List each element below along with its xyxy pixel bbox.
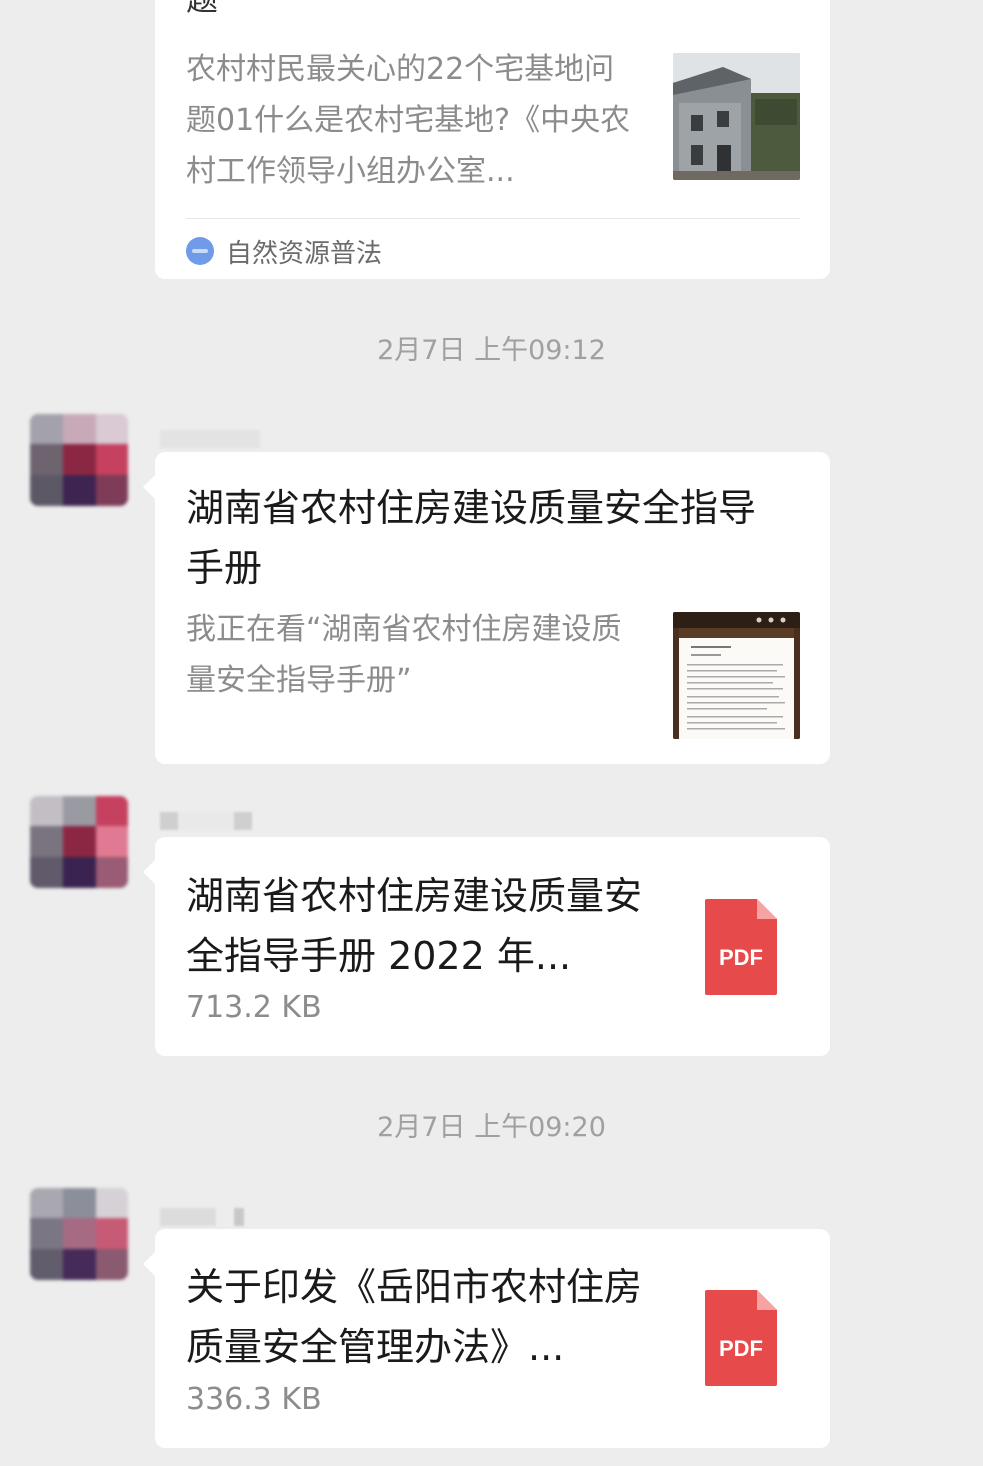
pdf-file-icon: PDF — [705, 1290, 777, 1386]
file-title: 关于印发《岳阳市农村住房质量安全管理办法》... — [186, 1265, 643, 1369]
svg-text:PDF: PDF — [719, 1336, 763, 1361]
card-divider — [186, 218, 800, 219]
svg-text:PDF: PDF — [719, 945, 763, 970]
avatar[interactable] — [30, 796, 128, 888]
sender-name — [160, 812, 256, 830]
sender-name — [160, 1208, 250, 1226]
article-description: 我正在看“湖南省农村住房建设质量安全指导手册” — [186, 612, 622, 698]
pdf-file-icon: PDF — [705, 899, 777, 995]
file-title: 湖南省农村住房建设质量安全指导手册 2022 年... — [186, 874, 643, 978]
bubble-tail — [143, 860, 155, 884]
bubble-tail — [143, 1252, 155, 1276]
article-source[interactable]: 自然资源普法 — [186, 236, 382, 269]
rural-house-thumbnail — [673, 53, 800, 180]
article-description: 农村村民最关心的22个宅基地问题01什么是农村宅基地?《中央农村工作领导小组办公… — [186, 52, 631, 189]
file-size: 336.3 KB — [186, 1382, 322, 1417]
file-size: 713.2 KB — [186, 990, 322, 1025]
avatar[interactable] — [30, 1188, 128, 1280]
sender-name — [160, 430, 260, 448]
chat-timestamp: 2月7日 上午09:12 — [377, 335, 606, 366]
bubble-tail — [143, 475, 155, 499]
article-title-fragment: 题 — [186, 0, 226, 24]
source-name: 自然资源普法 — [226, 238, 383, 269]
chat-timestamp: 2月7日 上午09:20 — [377, 1112, 606, 1143]
document-page-thumbnail — [673, 612, 800, 739]
source-logo-icon — [186, 237, 214, 265]
article-title: 湖南省农村住房建设质量安全指导手册 — [186, 486, 757, 590]
avatar[interactable] — [30, 414, 128, 506]
